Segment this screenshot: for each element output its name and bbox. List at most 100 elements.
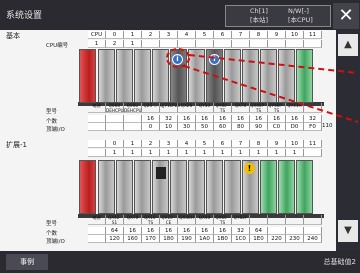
info-badge-1[interactable]: i (172, 54, 183, 65)
ext1-module-slot-7[interactable] (224, 160, 241, 214)
ext1-count-cell: 32 (232, 227, 250, 235)
ext1-count-cell: 64 (106, 227, 124, 235)
ext1-count-cell: 16 (160, 227, 178, 235)
ext1-module-slot-6[interactable] (206, 160, 223, 214)
base-count-row: 16 32 16 16 16 16 16 16 16 32 (88, 115, 322, 123)
ext1-module-slot-9[interactable] (260, 160, 277, 214)
base-cpu-number-row: 121 (88, 40, 322, 48)
cpu-selector[interactable]: Ch[1] [本站] N/W[-] [本CPU] (225, 5, 331, 27)
ext1-cpu-number-cell: 1 (232, 149, 250, 157)
ext1-slot-number-cell: 0 (106, 140, 124, 148)
base-section-label: 基本 (6, 32, 20, 40)
base-module-slot-9[interactable] (260, 49, 277, 103)
ext1-slot-number-cell: 8 (250, 140, 268, 148)
ext1-model-name-cell: 电源 (88, 215, 106, 225)
base-slot-number-cell: 7 (232, 31, 250, 39)
title-bar: 系统设置 Ch[1] [本站] N/W[-] [本CPU] ✕ (0, 0, 360, 30)
ext1-count-cell (268, 227, 286, 235)
ext1-model-name-cell (304, 215, 322, 225)
base-count-cell: 16 (178, 115, 196, 123)
ext1-start-io-cell: 190 (178, 235, 196, 243)
ext1-count-cell (304, 227, 322, 235)
base-model-name-cell: QY50 (196, 103, 214, 113)
cpu-module-2[interactable] (116, 49, 133, 103)
ext1-cpu-number-cell: 1 (124, 149, 142, 157)
base-model-name-cell: QJ71LP25 (160, 103, 180, 113)
close-button[interactable]: ✕ (333, 3, 359, 29)
base-count-cell (124, 115, 142, 123)
base-module-slot-5[interactable] (188, 49, 205, 103)
warning-badge[interactable]: ! (244, 163, 255, 174)
ext1-start-io-cell: 1B0 (214, 235, 232, 243)
ext1-slot-number-cell: 3 (160, 140, 178, 148)
base-model-name-cell: QX40P -TS (250, 103, 268, 113)
base-module-slot-10[interactable] (278, 49, 295, 103)
scroll-down-button[interactable]: ▼ (338, 220, 358, 242)
ext1-module-slot-3[interactable] (152, 160, 169, 214)
base-slot-number-cell: 4 (178, 31, 196, 39)
cpu-module-3[interactable] (134, 49, 151, 103)
ext1-model-name-cell: QX40 (196, 215, 214, 225)
scroll-up-button[interactable]: ▲ (338, 34, 358, 56)
ext1-rack (78, 160, 324, 214)
power-supply-module[interactable] (79, 49, 96, 103)
ext1-slot-number-cell (88, 140, 106, 148)
ext1-start-io-cell: 1A0 (196, 235, 214, 243)
ext1-cpu-number-cell: 1 (196, 149, 214, 157)
ext1-module-slot-2[interactable] (134, 160, 151, 214)
ext1-model-name-cell (250, 215, 268, 225)
base-cpu-no-label: CPU编号 (46, 43, 69, 49)
base-slot-number-cell: 6 (214, 31, 232, 39)
base-cpu-number-cell (214, 40, 232, 48)
base-slot-number-cell: 9 (268, 31, 286, 39)
base-tail-start-io: 110 (322, 123, 333, 129)
base-cpu-number-cell: 2 (106, 40, 124, 48)
ext1-start-io-cell: 120 (106, 235, 124, 243)
base-module-slot-8[interactable] (242, 49, 259, 103)
ext1-slot-number-cell: 5 (196, 140, 214, 148)
base-model-name-cell: QX28 (178, 103, 196, 113)
base-cpu-number-cell (178, 40, 196, 48)
base-rack (78, 49, 324, 103)
base-cpu-number-cell (160, 40, 178, 48)
base-cpu-number-cell (196, 40, 214, 48)
ext1-module-slot-10[interactable] (278, 160, 295, 214)
ext1-model-name-cell: QX10 -CE (160, 215, 178, 225)
ext1-count-row: 64 16 16 16 16 16 16 32 64 (88, 227, 322, 235)
ext1-model-name-cell: QY82P (232, 215, 250, 225)
network-module[interactable] (152, 49, 169, 103)
ext1-module-slot-11[interactable] (296, 160, 313, 214)
ext1-start-io-cell: 230 (286, 235, 304, 243)
ext1-power-supply-module[interactable] (79, 160, 96, 214)
ext1-module-slot-0[interactable] (98, 160, 115, 214)
cpu-label: [本CPU] (288, 16, 313, 24)
ext1-module-slot-4[interactable] (170, 160, 187, 214)
base-start-io-cell: D0 (286, 123, 304, 131)
base-module-slot-11[interactable] (296, 49, 313, 103)
example-tab-button[interactable]: 事例 (6, 254, 48, 270)
base-count-cell: 32 (304, 115, 322, 123)
ext1-slot-number-cell: 1 (124, 140, 142, 148)
cpu-module-1[interactable] (98, 49, 115, 103)
info-badge-2[interactable]: i (209, 54, 220, 65)
ext1-module-slot-1[interactable] (116, 160, 133, 214)
base-module-slot-7[interactable] (224, 49, 241, 103)
ext1-module-slot-5[interactable] (188, 160, 205, 214)
base-slot-number-cell: 2 (142, 31, 160, 39)
ext1-cpu-number-cell (304, 149, 322, 157)
ext1-slot-number-cell: 9 (268, 140, 286, 148)
ext1-model-name-cell: QX60 -TS (214, 215, 232, 225)
base-count-cell (106, 115, 124, 123)
base-slot-number-cell: CPU (88, 31, 106, 39)
ext1-cpu-number-cell: 1 (106, 149, 124, 157)
ext1-slot-number-row: 0 1 2 3 4 5 6 7 8 9 10 11 (88, 140, 322, 148)
ext1-model-row: 电源 QX42-S1 QX70 QX10-TS QX10 -CE QX40H QX40 QX6… (88, 215, 322, 225)
ext1-count-cell (286, 227, 304, 235)
base-count-cell (88, 115, 106, 123)
base-model-name-cell: 电源 (88, 103, 106, 113)
ext1-count-cell (88, 227, 106, 235)
base-slot-number-cell: 1 (124, 31, 142, 39)
base-cpu-number-cell (250, 40, 268, 48)
ext1-cpu-number-cell: 1 (214, 149, 232, 157)
base-start-io-row: 0 10 30 50 60 80 90 C0 D0 F0 (88, 123, 322, 131)
